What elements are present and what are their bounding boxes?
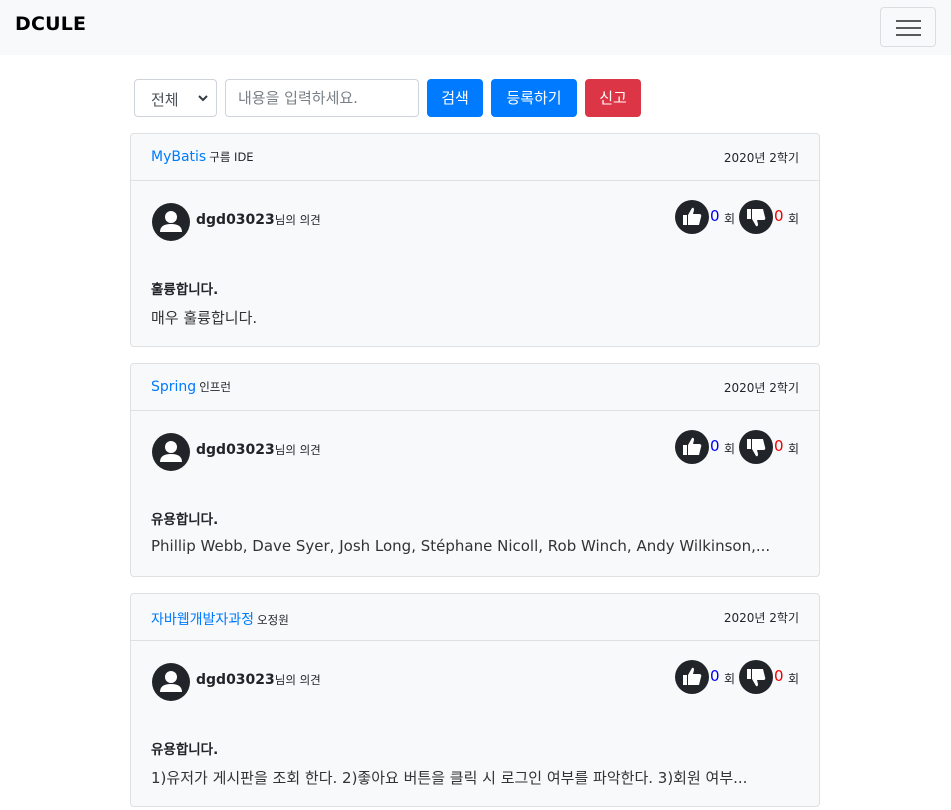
- count-unit: 회: [788, 672, 800, 686]
- chevron-down-icon: [198, 95, 208, 102]
- thumbs-down-icon: [739, 200, 773, 234]
- course-name[interactable]: 자바웹개발자과정 오정원: [151, 609, 289, 629]
- like-count: 0: [710, 667, 720, 685]
- professor-name: 인프런: [199, 380, 231, 394]
- count-unit: 회: [724, 212, 736, 226]
- review-body: Phillip Webb, Dave Syer, Josh Long, Stép…: [151, 537, 771, 555]
- author-name: dgd03023님의 의견: [196, 442, 321, 458]
- dislike-count: 0: [774, 207, 784, 225]
- course-name[interactable]: Spring 인프런: [151, 379, 231, 395]
- review-title: 유용합니다.: [151, 512, 219, 528]
- course-name[interactable]: MyBatis 구름 IDE: [151, 149, 254, 165]
- review-title: 유용합니다.: [151, 742, 219, 758]
- search-button[interactable]: 검색: [427, 79, 483, 117]
- author-name: dgd03023님의 의견: [196, 672, 321, 688]
- count-unit: 회: [788, 442, 800, 456]
- user-avatar-icon: [152, 433, 190, 471]
- count-unit: 회: [724, 442, 736, 456]
- thumbs-down-icon: [739, 430, 773, 464]
- filter-select[interactable]: 전체: [134, 79, 217, 117]
- user-avatar-icon: [152, 663, 190, 701]
- thumbs-up-icon: [675, 660, 709, 694]
- review-body: 1)유저가 게시판을 조회 한다. 2)좋아요 버튼을 클릭 시 로그인 여부를…: [151, 769, 748, 787]
- hamburger-icon: [896, 20, 921, 22]
- semester-label: 2020년 2학기: [723, 151, 799, 165]
- professor-name: 구름 IDE: [209, 150, 254, 164]
- like-count: 0: [710, 437, 720, 455]
- thumbs-down-icon: [739, 660, 773, 694]
- semester-label: 2020년 2학기: [723, 611, 799, 625]
- dislike-count: 0: [774, 437, 784, 455]
- report-button[interactable]: 신고: [585, 79, 641, 117]
- thumbs-up-icon: [675, 430, 709, 464]
- review-card-header: MyBatis 구름 IDE 2020년 2학기: [131, 134, 819, 181]
- search-input[interactable]: [225, 79, 419, 117]
- count-unit: 회: [788, 212, 800, 226]
- author-name: dgd03023님의 의견: [196, 212, 321, 228]
- review-title: 훌륭합니다.: [151, 282, 219, 298]
- register-button[interactable]: 등록하기: [491, 79, 577, 117]
- user-avatar-icon: [152, 203, 190, 241]
- review-card-header: Spring 인프런 2020년 2학기: [131, 364, 819, 411]
- navbar: DCULE: [0, 0, 951, 55]
- like-count: 0: [710, 207, 720, 225]
- review-body: 매우 훌륭합니다.: [151, 309, 258, 327]
- review-card: Spring 인프런 2020년 2학기 dgd03023님의 의견 0 회 0 …: [130, 363, 820, 577]
- review-card: 자바웹개발자과정 오정원 2020년 2학기 dgd03023님의 의견 0 회 …: [130, 593, 820, 807]
- brand-logo[interactable]: DCULE: [15, 13, 86, 35]
- semester-label: 2020년 2학기: [723, 381, 799, 395]
- review-card: MyBatis 구름 IDE 2020년 2학기 dgd03023님의 의견 0 …: [130, 133, 820, 347]
- navbar-toggler-button[interactable]: [880, 7, 936, 47]
- review-card-header: 자바웹개발자과정 오정원 2020년 2학기: [131, 594, 819, 641]
- filter-selected-value: 전체: [151, 91, 179, 109]
- thumbs-up-icon: [675, 200, 709, 234]
- count-unit: 회: [724, 672, 736, 686]
- dislike-count: 0: [774, 667, 784, 685]
- professor-name: 오정원: [257, 613, 289, 627]
